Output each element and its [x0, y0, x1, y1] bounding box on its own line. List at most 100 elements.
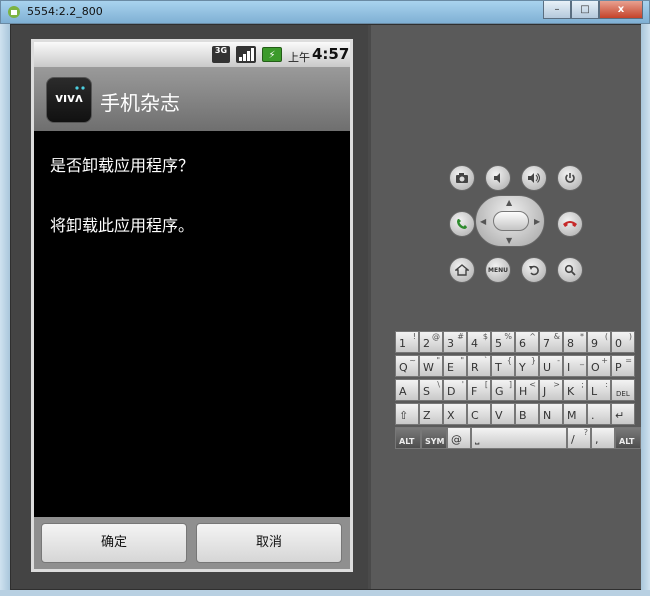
key-label: Q: [399, 361, 408, 374]
key-space[interactable]: ⎵: [471, 427, 567, 449]
key-q[interactable]: Q ~: [395, 355, 419, 377]
close-button[interactable]: x: [599, 1, 643, 19]
key-u[interactable]: U-: [539, 355, 563, 377]
key-b[interactable]: B: [515, 403, 539, 425]
key-@[interactable]: @: [447, 427, 471, 449]
volume-up-button[interactable]: [521, 165, 547, 191]
key-alt[interactable]: ALT: [615, 427, 641, 449]
key-f[interactable]: F[: [467, 379, 491, 401]
key-w[interactable]: W ": [419, 355, 443, 377]
key-label: 4: [471, 337, 478, 350]
key-3[interactable]: 3 #: [443, 331, 467, 353]
status-bar: 3G ⚡ 上午 4:57: [34, 42, 350, 67]
key-a[interactable]: A: [395, 379, 419, 401]
ok-button[interactable]: 确定: [41, 523, 187, 563]
volume-up-icon: [528, 173, 540, 183]
key-z[interactable]: Z: [419, 403, 443, 425]
dpad-up-icon[interactable]: ▲: [506, 198, 512, 207]
call-button[interactable]: [449, 211, 475, 237]
key-4[interactable]: 4 $: [467, 331, 491, 353]
key-label: N: [543, 409, 552, 422]
key-⇧[interactable]: ⇧: [395, 403, 419, 425]
end-call-button[interactable]: [557, 211, 583, 237]
key-alt-label: (: [604, 332, 608, 341]
key-x[interactable]: X: [443, 403, 467, 425]
camera-button[interactable]: [449, 165, 475, 191]
key-alt-label: ": [460, 356, 464, 365]
key-label: ↵: [615, 409, 625, 422]
red-phone-icon: [563, 221, 577, 227]
key-6[interactable]: 6 ^: [515, 331, 539, 353]
key-o[interactable]: O +: [587, 355, 611, 377]
key-/[interactable]: /?: [567, 427, 591, 449]
search-button[interactable]: [557, 257, 583, 283]
key-label: E: [447, 361, 454, 374]
key-7[interactable]: 7 &: [539, 331, 563, 353]
key-alt-label: -: [557, 356, 560, 365]
key-alt[interactable]: ALT: [395, 427, 421, 449]
key-label: 7: [543, 337, 550, 350]
dpad-right-icon[interactable]: ▶: [534, 217, 540, 226]
maximize-button[interactable]: □: [571, 1, 599, 19]
key-r[interactable]: R `: [467, 355, 491, 377]
key-k[interactable]: K;: [563, 379, 587, 401]
dpad[interactable]: ▲ ▼ ◀ ▶: [475, 195, 545, 247]
key-8[interactable]: 8 *: [563, 331, 587, 353]
minimize-button[interactable]: –: [543, 1, 571, 19]
key-↵[interactable]: ↵: [611, 403, 635, 425]
key-label: ⎵: [475, 432, 480, 445]
vivame-app-icon: vıvʌ: [46, 77, 92, 123]
menu-button[interactable]: MENU: [485, 257, 511, 283]
dpad-left-icon[interactable]: ◀: [480, 217, 486, 226]
key-alt-label: #: [457, 332, 464, 341]
phone-screen[interactable]: 3G ⚡ 上午 4:57 vıvʌ 手机杂志 是否卸载应用程序？ 将卸载此应用程…: [31, 39, 353, 572]
key-label: R: [471, 361, 479, 374]
key-label: C: [471, 409, 479, 422]
key-n[interactable]: N: [539, 403, 563, 425]
key-t[interactable]: T{: [491, 355, 515, 377]
dpad-down-icon[interactable]: ▼: [506, 236, 512, 245]
key-g[interactable]: G]: [491, 379, 515, 401]
key-alt-label: $: [482, 332, 488, 341]
key-label: ALT: [619, 437, 635, 446]
key-label: H: [519, 385, 528, 398]
key-alt-label: ;: [581, 380, 584, 389]
uninstall-question: 是否卸载应用程序？: [50, 156, 195, 175]
key-alt-label: *: [580, 332, 584, 341]
back-button[interactable]: [521, 257, 547, 283]
window-titlebar[interactable]: 5554:2.2_800 – □ x: [0, 0, 650, 24]
key-label: Z: [423, 409, 431, 422]
status-time: 4:57: [312, 45, 350, 63]
key-s[interactable]: S \: [419, 379, 443, 401]
window-border-right: [641, 24, 650, 596]
key-m[interactable]: M: [563, 403, 587, 425]
key-d[interactable]: D ': [443, 379, 467, 401]
key-v[interactable]: V: [491, 403, 515, 425]
key-5[interactable]: 5%: [491, 331, 515, 353]
key-l[interactable]: L:: [587, 379, 611, 401]
key-y[interactable]: Y}: [515, 355, 539, 377]
key-h[interactable]: H <: [515, 379, 539, 401]
power-icon: [565, 173, 575, 183]
volume-down-button[interactable]: [485, 165, 511, 191]
home-button[interactable]: [449, 257, 475, 283]
key-i[interactable]: I _: [563, 355, 587, 377]
power-button[interactable]: [557, 165, 583, 191]
key-label: @: [451, 433, 462, 446]
key-j[interactable]: J >: [539, 379, 563, 401]
key-alt-label: ': [461, 380, 464, 389]
key-9[interactable]: 9(: [587, 331, 611, 353]
key-2[interactable]: 2 @: [419, 331, 443, 353]
key-del[interactable]: DEL: [611, 379, 635, 401]
key-0[interactable]: 0): [611, 331, 635, 353]
dpad-center-button[interactable]: [493, 211, 529, 231]
key-sym[interactable]: SYM: [421, 427, 447, 449]
key-1[interactable]: 1!: [395, 331, 419, 353]
key-,[interactable]: ,: [591, 427, 615, 449]
key-p[interactable]: P =: [611, 355, 635, 377]
key-.[interactable]: .: [587, 403, 611, 425]
camera-icon: [456, 173, 468, 183]
key-e[interactable]: E ": [443, 355, 467, 377]
key-c[interactable]: C: [467, 403, 491, 425]
cancel-button[interactable]: 取消: [196, 523, 342, 563]
